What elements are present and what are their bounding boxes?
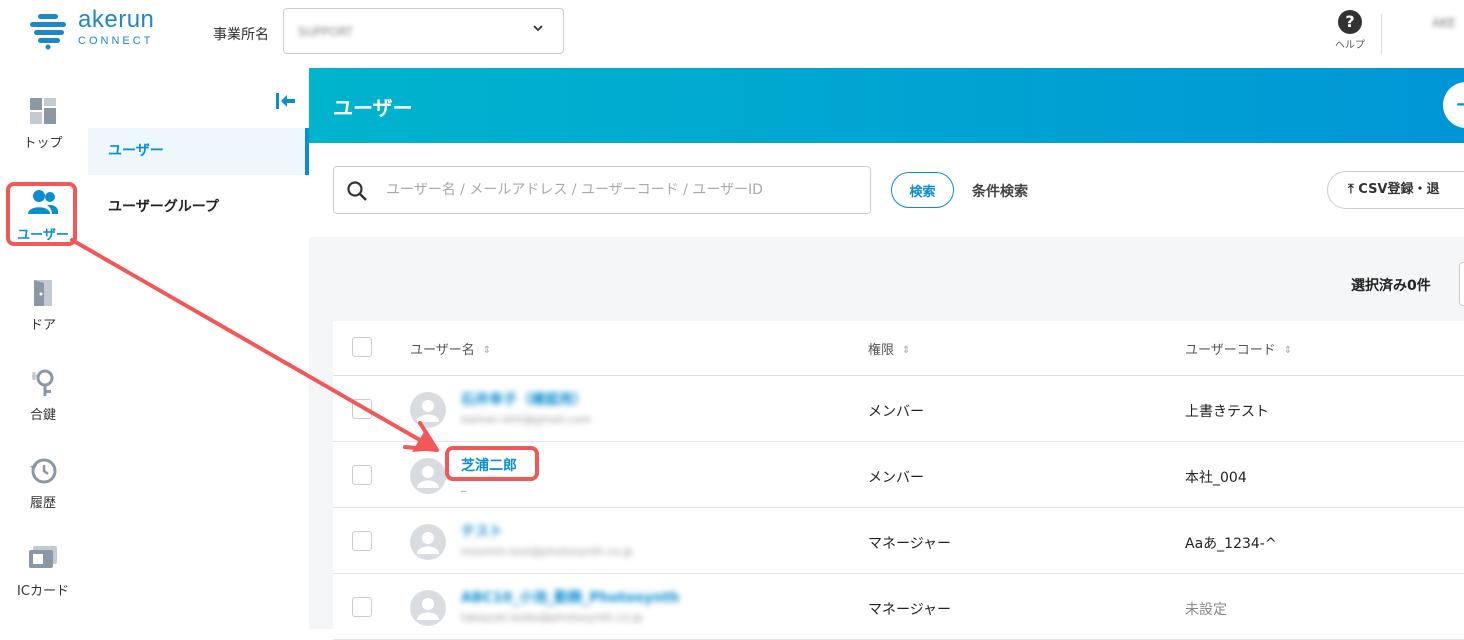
sort-icon: ⇕ <box>482 345 492 356</box>
highlight-box-user-name <box>445 446 539 481</box>
user-email: kaimei.ishii@gmail.com <box>461 413 592 426</box>
top-bar: akerun CONNECT 事業所名 SUPPORT ? ヘルプ AKE <box>0 0 1464 68</box>
dashboard-icon <box>30 98 56 124</box>
rail-label-history: 履歴 <box>29 496 56 511</box>
search-button[interactable]: 検索 <box>891 172 954 208</box>
highlight-box-users-nav <box>6 182 77 246</box>
history-icon <box>30 458 57 484</box>
header-divider <box>1381 14 1382 54</box>
avatar-person-icon <box>417 400 439 422</box>
rail-item-top[interactable]: トップ <box>0 96 86 166</box>
user-role: メンバー <box>868 470 924 486</box>
user-email: moomin.test@photosynth.co.jp <box>461 545 634 558</box>
sub-navigation: ユーザー ユーザーグループ <box>88 68 309 629</box>
rail-item-door[interactable]: ドア <box>0 278 86 348</box>
table-header: ユーザー名 ⇕ 権限 ⇕ ユーザーコード ⇕ <box>333 321 1464 376</box>
column-header-user-code[interactable]: ユーザーコード ⇕ <box>1185 339 1292 358</box>
row-checkbox[interactable] <box>352 597 372 617</box>
column-header-role-label: 権限 <box>868 343 895 358</box>
help-label: ヘルプ <box>1335 40 1365 51</box>
column-header-username-label: ユーザー名 <box>410 343 475 358</box>
avatar-person-icon <box>417 466 439 488</box>
avatar <box>410 392 446 428</box>
main-content: ユーザー + 検索 条件検索 ⤒ CSV登録・退 選択済み0件 ユーザー名 ⇕ 権… <box>309 68 1464 640</box>
row-checkbox[interactable] <box>352 531 372 551</box>
user-name-link[interactable]: ABC10_小池_勤務_Photosynth <box>461 587 680 607</box>
chevron-down-icon <box>533 25 543 32</box>
search-icon <box>347 181 367 201</box>
office-select[interactable]: SUPPORT <box>283 8 564 54</box>
rail-item-history[interactable]: 履歴 <box>0 456 86 526</box>
ic-card-icon <box>29 546 57 568</box>
user-menu[interactable]: AKE <box>1432 16 1456 30</box>
door-icon <box>34 280 52 306</box>
avatar <box>410 590 446 626</box>
table-row[interactable]: テスト moomin.test@photosynth.co.jp マネージャー … <box>333 509 1464 574</box>
side-rail: トップ ユーザー ドア 合鍵 履歴 ICカード <box>0 68 86 629</box>
akerun-logo-mark-icon <box>30 14 66 50</box>
column-header-user-code-label: ユーザーコード <box>1185 343 1276 358</box>
table-row[interactable]: ABC10_小池_勤務_Photosynth takayuki.koike@ph… <box>333 575 1464 640</box>
search-input[interactable] <box>386 177 856 203</box>
rail-label-ic-card: ICカード <box>17 584 69 599</box>
rail-item-key[interactable]: 合鍵 <box>0 368 86 438</box>
avatar <box>410 458 446 494</box>
help-button[interactable]: ? ヘルプ <box>1330 8 1370 52</box>
row-checkbox[interactable] <box>352 399 372 419</box>
logo-wordmark: akerun <box>78 6 155 33</box>
user-email: takayuki.koike@photosynth.co.jp <box>461 611 643 624</box>
user-code: 本社_004 <box>1185 470 1247 486</box>
collapse-sidebar-icon[interactable] <box>275 90 297 112</box>
user-name-link[interactable]: テスト <box>461 521 503 541</box>
csv-import-button[interactable]: ⤒ CSV登録・退 <box>1327 171 1464 209</box>
sort-icon: ⇕ <box>902 345 911 356</box>
avatar-person-icon <box>417 532 439 554</box>
user-code: 未設定 <box>1185 602 1227 618</box>
table-row[interactable]: 石井幸子（確認用） kaimei.ishii@gmail.com メンバー 上書… <box>333 377 1464 442</box>
csv-import-label: CSV登録・退 <box>1358 182 1440 197</box>
add-user-button[interactable]: + <box>1443 82 1464 128</box>
rail-item-ic-card[interactable]: ICカード <box>0 544 86 614</box>
help-icon: ? <box>1338 10 1362 34</box>
user-code: 上書きテスト <box>1185 404 1269 420</box>
user-role: メンバー <box>868 404 924 420</box>
rail-label-door: ドア <box>29 318 56 333</box>
user-code: Aaあ_1234-^ <box>1185 536 1277 552</box>
office-select-value: SUPPORT <box>298 25 354 39</box>
selected-count: 選択済み0件 <box>1351 278 1431 294</box>
user-role: マネージャー <box>868 602 952 618</box>
rail-label-top: トップ <box>23 136 63 151</box>
avatar <box>410 524 446 560</box>
page-header: ユーザー + <box>309 68 1464 143</box>
user-name-link[interactable]: 石井幸子（確認用） <box>461 389 587 409</box>
row-checkbox[interactable] <box>352 465 372 485</box>
upload-icon: ⤒ <box>1348 182 1359 197</box>
avatar-person-icon <box>417 598 439 620</box>
subnav-item-users[interactable]: ユーザー <box>88 128 309 175</box>
search-box[interactable] <box>333 166 871 214</box>
key-icon <box>32 369 54 396</box>
office-label: 事業所名 <box>213 27 269 43</box>
bulk-action-dropdown[interactable] <box>1459 262 1464 306</box>
column-header-role[interactable]: 権限 ⇕ <box>868 339 910 358</box>
page-title: ユーザー <box>333 96 413 120</box>
sort-icon: ⇕ <box>1283 345 1293 356</box>
rail-label-key: 合鍵 <box>29 408 56 423</box>
user-role: マネージャー <box>868 536 952 552</box>
column-header-username[interactable]: ユーザー名 ⇕ <box>410 339 491 358</box>
logo-subtitle: CONNECT <box>78 35 154 47</box>
select-all-checkbox[interactable] <box>352 337 372 357</box>
subnav-item-user-groups[interactable]: ユーザーグループ <box>88 184 309 231</box>
akerun-logo[interactable]: akerun CONNECT <box>28 6 178 52</box>
search-bar: 検索 条件検索 ⤒ CSV登録・退 <box>309 143 1464 237</box>
condition-search-link[interactable]: 条件検索 <box>972 181 1028 201</box>
